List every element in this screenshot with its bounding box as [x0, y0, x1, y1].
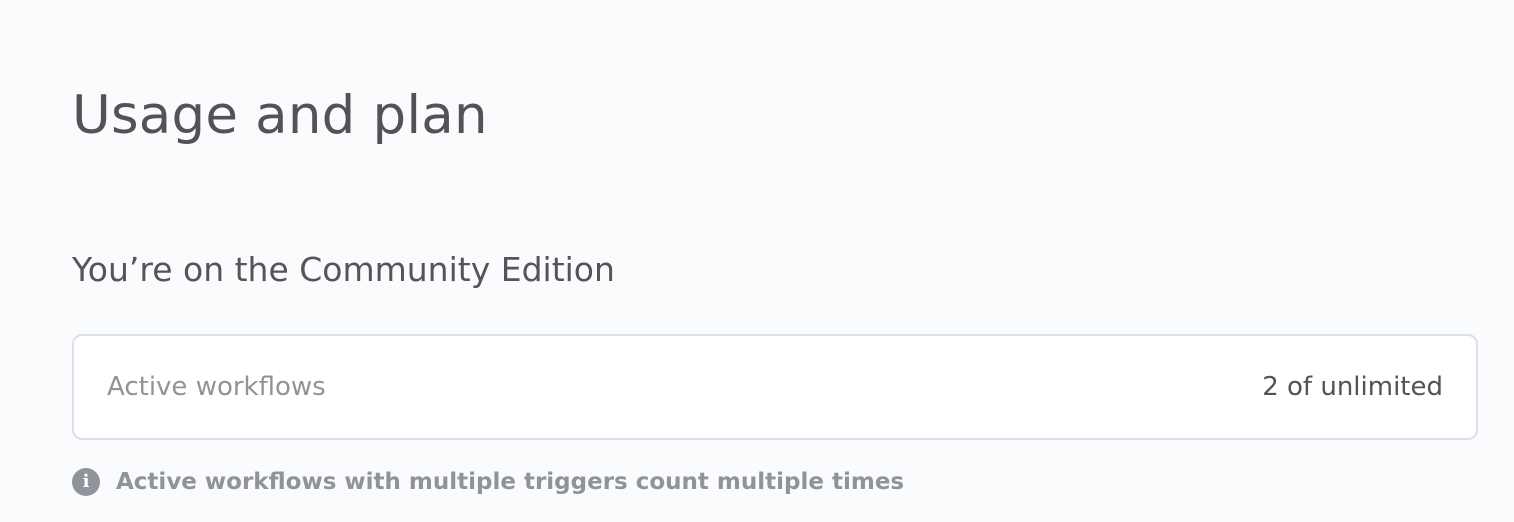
active-workflows-card: Active workflows 2 of unlimited	[72, 334, 1478, 440]
page-title: Usage and plan	[72, 85, 488, 146]
info-note: i Active workflows with multiple trigger…	[72, 466, 904, 498]
plan-heading: You’re on the Community Edition	[72, 250, 615, 289]
active-workflows-label: Active workflows	[107, 372, 326, 402]
info-note-text: Active workflows with multiple triggers …	[116, 469, 905, 495]
info-icon: i	[72, 468, 100, 496]
active-workflows-value: 2 of unlimited	[1262, 372, 1443, 402]
usage-and-plan-page: Usage and plan You’re on the Community E…	[0, 0, 1514, 522]
